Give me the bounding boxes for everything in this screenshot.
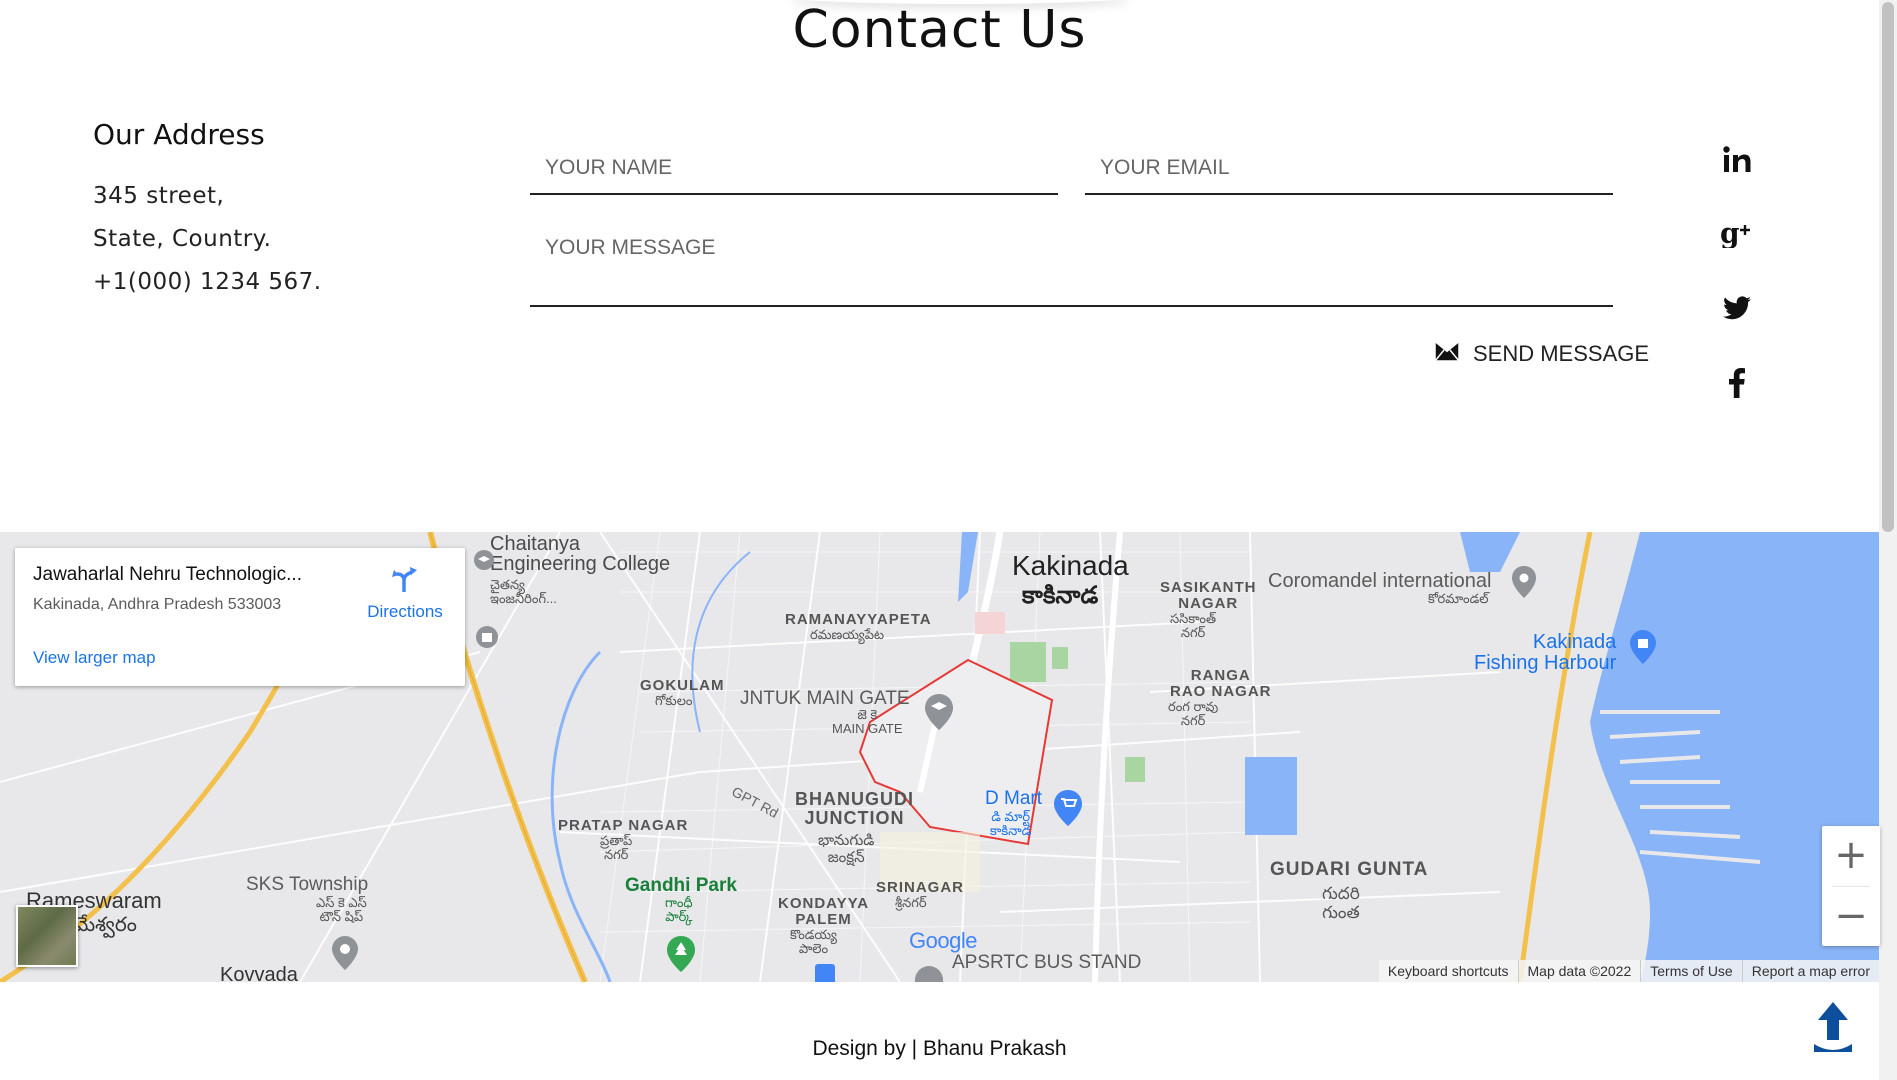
map-label-pratap-te: ప్రతాప్ నగర్ [600, 833, 633, 862]
map-label-jntuk-te: జె కె MAIN GATE [832, 707, 903, 736]
map-label-bhanugudi-te: భానుగుడి జంక్షన్ [818, 832, 875, 866]
map-label-gudari-gunta: GUDARI GUNTA [1270, 859, 1429, 880]
send-message-button[interactable]: SEND MESSAGE [1434, 336, 1650, 372]
directions-label: Directions [367, 602, 443, 621]
map-label-bhanugudi: BHANUGUDI JUNCTION [795, 789, 914, 828]
map-label-rameswaram-te: మేశ్వరం [74, 914, 137, 936]
school-pin-icon [925, 694, 953, 730]
view-larger-map-link[interactable]: View larger map [33, 648, 156, 668]
map-label-srinagar-te: శ్రీనగర్ [895, 895, 927, 910]
map-label-sasikanth-te: ససికాంత్ నగర్ [1170, 611, 1217, 640]
map-label-fishing-harbour: Kakinada Fishing Harbour [1474, 631, 1617, 674]
message-textarea[interactable] [530, 222, 1613, 307]
address-line-phone: +1(000) 1234 567. [93, 269, 322, 295]
shopping-pin-icon [1630, 630, 1656, 664]
map-label-gudari-te: గుదరి గుంత [1322, 884, 1360, 922]
map-label-kondayya-te: కొండయ్య పాలెం [790, 927, 837, 956]
keyboard-shortcuts-link[interactable]: Keyboard shortcuts [1379, 960, 1518, 982]
school-icon [474, 550, 494, 570]
map-info-card: Jawaharlal Nehru Technologic... Kakinada… [15, 548, 465, 686]
svg-text:g: g [1720, 218, 1740, 248]
linkedin-icon[interactable] [1717, 139, 1757, 179]
bus-icon [815, 964, 835, 982]
map-label-ramanayyapeta-te: రమణయ్యపేట [810, 627, 885, 642]
name-input[interactable] [530, 142, 1058, 195]
map-label-chaitanya-te: చైతన్య ఇంజనీరింగ్... [490, 577, 557, 606]
map-label-dmart-te: డి మార్ట్ కాకినాడ [990, 809, 1032, 838]
address-heading: Our Address [93, 118, 265, 151]
map-label-jntuk-main-gate: JNTUK MAIN GATE [740, 688, 910, 709]
map-label-ranga-te: రంగ రావు నగర్ [1168, 699, 1219, 728]
place-title: Jawaharlal Nehru Technologic... [33, 564, 302, 585]
directions-icon [392, 567, 417, 592]
map-attribution-bar: Keyboard shortcuts Map data ©2022 Terms … [1378, 960, 1879, 982]
envelope-icon [1434, 340, 1460, 367]
zoom-out-button[interactable]: − [1822, 887, 1880, 945]
map-label-kakinada: Kakinada [1012, 550, 1129, 581]
map-data-text: Map data ©2022 [1517, 960, 1641, 982]
map-label-srinagar: SRINAGAR [876, 879, 965, 896]
map-label-ranga-rao-nagar: RANGA RAO NAGAR [1170, 667, 1272, 700]
scrollbar-thumb[interactable] [1882, 2, 1894, 532]
address-line-street: 345 street, [93, 183, 225, 209]
page-title: Contact Us [792, 0, 1087, 60]
map-label-gandhi-te: గాంధీ పార్క్ [665, 895, 693, 924]
report-map-error-link[interactable]: Report a map error [1741, 960, 1879, 982]
park-pin-icon [667, 936, 695, 972]
map-label-gandhi-park: Gandhi Park [625, 875, 737, 896]
map-label-dmart: D Mart [985, 788, 1042, 809]
footer-credit: Design by | Bhanu Prakash [812, 1037, 1067, 1060]
map-label-gokulam: GOKULAM [640, 677, 725, 694]
map-zoom-control: + − [1822, 826, 1880, 946]
map-label-kovvada: Kovvada [220, 964, 298, 982]
map-label-apsrtc: APSRTC BUS STAND [952, 952, 1142, 973]
email-input[interactable] [1085, 142, 1613, 195]
map-label-ramanayyapeta: RAMANAYYAPETA [785, 611, 932, 628]
directions-button[interactable]: Directions [360, 564, 450, 622]
place-pin-icon [1512, 566, 1536, 598]
address-line-state: State, Country. [93, 226, 272, 252]
map-label-kondayya-palem: KONDAYYA PALEM [778, 895, 870, 928]
map-label-sks-te: ఎస్ కె ఎస్ టౌన్ షిప్ [316, 895, 367, 924]
google-logo: Google [909, 928, 977, 953]
twitter-icon[interactable] [1717, 288, 1757, 328]
map-label-sasikanth: SASIKANTH NAGAR [1160, 579, 1257, 612]
map-label-gokulam-te: గోకులం [655, 693, 693, 708]
zoom-in-button[interactable]: + [1822, 826, 1880, 884]
terms-of-use-link[interactable]: Terms of Use [1640, 960, 1741, 982]
map-label-coromandel-te: కోరమాండల్ [1428, 591, 1489, 606]
map-label-sks-township: SKS Township [246, 874, 369, 895]
map-label-pratap-nagar: PRATAP NAGAR [558, 817, 689, 834]
map-label-coromandel: Coromandel international [1268, 570, 1492, 592]
satellite-toggle-thumbnail[interactable] [16, 905, 78, 967]
map-label-chaitanya: Chaitanya Engineering College [490, 533, 671, 575]
place-address: Kakinada, Andhra Pradesh 533003 [33, 596, 282, 613]
arrow-up-icon [1814, 1002, 1852, 1052]
building-icon [476, 626, 498, 648]
google-plus-icon[interactable]: g [1717, 213, 1757, 253]
place-pin-icon [332, 936, 358, 970]
shopping-cart-pin-icon [1054, 790, 1082, 826]
back-to-top-button[interactable] [1812, 1000, 1854, 1054]
facebook-icon[interactable] [1717, 363, 1757, 403]
map-label-kakinada-te: కాకినాడ [1022, 582, 1099, 609]
send-message-label: SEND MESSAGE [1473, 341, 1650, 366]
